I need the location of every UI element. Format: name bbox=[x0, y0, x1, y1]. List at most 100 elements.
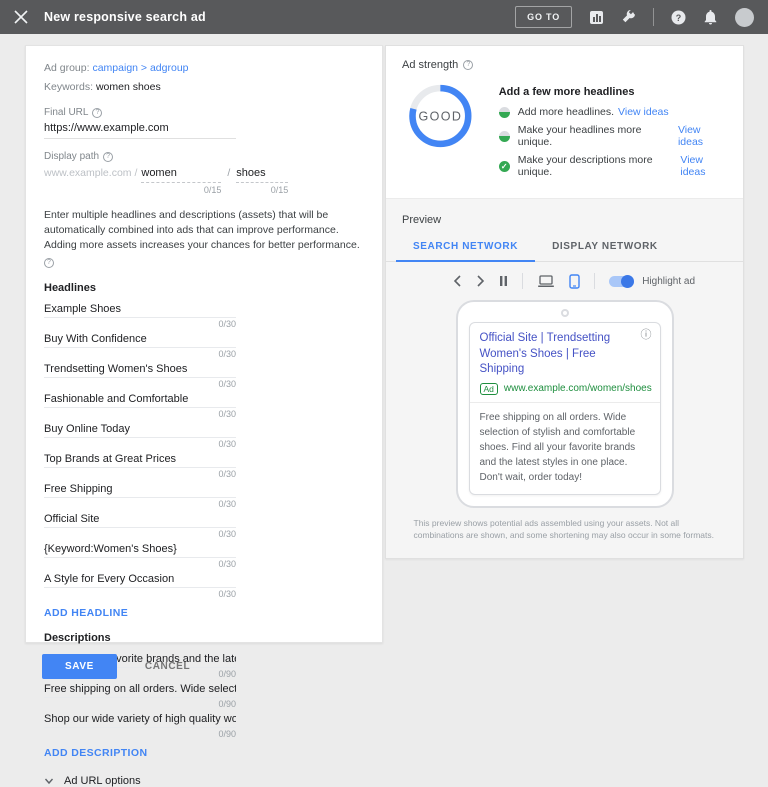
ad-group-label: Ad group: bbox=[44, 62, 90, 74]
display-path-row: www.example.com / women 0/15 / shoes 0/1… bbox=[44, 166, 364, 196]
asset-input[interactable]: Free Shipping bbox=[44, 479, 236, 498]
view-ideas-link[interactable]: View ideas bbox=[618, 106, 669, 118]
pause-icon[interactable] bbox=[499, 275, 508, 287]
asset-input[interactable]: Free shipping on all orders. Wide select… bbox=[44, 679, 236, 698]
char-counter: 0/90 bbox=[44, 698, 236, 709]
asset-input[interactable]: Top Brands at Great Prices bbox=[44, 449, 236, 468]
final-url-help-icon[interactable]: ? bbox=[92, 108, 102, 118]
cancel-button[interactable]: CANCEL bbox=[145, 661, 190, 672]
toggle-knob bbox=[621, 275, 634, 288]
view-ideas-link[interactable]: View ideas bbox=[680, 154, 727, 178]
topbar: New responsive search ad GO TO ? bbox=[0, 0, 768, 34]
asset-input[interactable]: {Keyword:Women's Shoes} bbox=[44, 539, 236, 558]
close-icon[interactable] bbox=[14, 10, 28, 24]
mobile-preview-icon[interactable] bbox=[569, 274, 580, 289]
suggestions-heading: Add a few more headlines bbox=[499, 86, 727, 98]
preview-tabs: SEARCH NETWORK DISPLAY NETWORK bbox=[386, 237, 743, 262]
reports-icon[interactable] bbox=[589, 10, 604, 25]
asset-field-row: Top Brands at Great Prices 0/30 bbox=[44, 449, 236, 479]
ad-url-options-toggle[interactable]: Ad URL options bbox=[44, 775, 364, 787]
ad-card-divider bbox=[470, 402, 660, 403]
display-path-label: Display path bbox=[44, 150, 99, 163]
suggestion-text: Make your descriptions more unique. bbox=[518, 154, 677, 178]
keywords-value: women shoes bbox=[96, 81, 161, 93]
asset-input[interactable]: Example Shoes bbox=[44, 299, 236, 318]
asset-input[interactable]: Official Site bbox=[44, 509, 236, 528]
ad-strength-label-row: Ad strength ? bbox=[402, 59, 727, 71]
char-counter: 0/30 bbox=[44, 378, 236, 389]
asset-field-row: Shop our wide variety of high quality wo… bbox=[44, 709, 236, 739]
final-url-input[interactable]: https://www.example.com bbox=[44, 121, 236, 139]
ad-strength-gauge: GOOD bbox=[406, 79, 475, 153]
display-path-input-1[interactable]: women bbox=[141, 166, 221, 183]
char-counter: 0/30 bbox=[44, 438, 236, 449]
tab-display-network[interactable]: DISPLAY NETWORK bbox=[535, 237, 675, 261]
ad-preview-description: Free shipping on all orders. Wide select… bbox=[480, 410, 650, 485]
asset-field-row: Buy Online Today 0/30 bbox=[44, 419, 236, 449]
char-counter: 0/30 bbox=[44, 528, 236, 539]
asset-input[interactable]: Trendsetting Women's Shoes bbox=[44, 359, 236, 378]
asset-input[interactable]: Shop our wide variety of high quality wo… bbox=[44, 709, 236, 728]
go-to-button[interactable]: GO TO bbox=[515, 6, 572, 28]
display-path-separator: / bbox=[227, 166, 230, 181]
svg-text:?: ? bbox=[676, 13, 682, 23]
chevron-down-icon bbox=[44, 776, 54, 786]
final-url-label-row: Final URL ? bbox=[44, 106, 364, 119]
notifications-icon[interactable] bbox=[703, 10, 718, 25]
tools-icon[interactable] bbox=[621, 10, 636, 25]
final-url-label: Final URL bbox=[44, 106, 88, 119]
highlight-ad-toggle[interactable] bbox=[609, 276, 634, 287]
check-circle-icon: ✓ bbox=[499, 161, 510, 172]
phone-camera-icon bbox=[561, 309, 569, 317]
display-path-input-2[interactable]: shoes bbox=[236, 166, 288, 183]
suggestion-row: ✓ Make your descriptions more unique. Vi… bbox=[499, 154, 727, 178]
ad-badge: Ad bbox=[480, 383, 498, 395]
half-filled-circle-icon bbox=[499, 131, 510, 142]
keywords-label: Keywords: bbox=[44, 81, 93, 93]
preview-controls: Highlight ad bbox=[386, 262, 743, 291]
asset-field-row: Example Shoes 0/30 bbox=[44, 299, 236, 329]
ad-preview-title[interactable]: Official Site | Trendsetting Women's Sho… bbox=[480, 331, 650, 378]
asset-field-row: Free shipping on all orders. Wide select… bbox=[44, 679, 236, 709]
ad-group-link[interactable]: campaign > adgroup bbox=[92, 62, 188, 74]
char-counter: 0/30 bbox=[44, 348, 236, 359]
preview-disclaimer: This preview shows potential ads assembl… bbox=[414, 517, 716, 559]
ad-form-card: Ad group: campaign > adgroup Keywords: w… bbox=[25, 45, 383, 643]
add-description-button[interactable]: ADD DESCRIPTION bbox=[44, 747, 147, 759]
asset-input[interactable]: A Style for Every Occasion bbox=[44, 569, 236, 588]
previous-preview-icon[interactable] bbox=[453, 275, 462, 287]
display-path-counter-1: 0/15 bbox=[141, 184, 221, 196]
add-headline-button[interactable]: ADD HEADLINE bbox=[44, 607, 128, 619]
desktop-preview-icon[interactable] bbox=[537, 275, 555, 288]
keywords-row: Keywords: women shoes bbox=[44, 80, 364, 95]
display-path-help-icon[interactable]: ? bbox=[103, 152, 113, 162]
char-counter: 0/30 bbox=[44, 588, 236, 599]
ad-strength-help-icon[interactable]: ? bbox=[463, 60, 473, 70]
tab-search-network[interactable]: SEARCH NETWORK bbox=[396, 237, 535, 262]
save-button[interactable]: SAVE bbox=[42, 654, 117, 679]
help-icon[interactable]: ? bbox=[671, 10, 686, 25]
controls-divider bbox=[522, 273, 523, 289]
asset-input[interactable]: Buy Online Today bbox=[44, 419, 236, 438]
avatar[interactable] bbox=[735, 8, 754, 27]
char-counter: 0/30 bbox=[44, 408, 236, 419]
asset-input[interactable]: Fashionable and Comfortable bbox=[44, 389, 236, 408]
char-counter: 0/30 bbox=[44, 468, 236, 479]
suggestion-row: Add more headlines. View ideas bbox=[499, 106, 727, 118]
ad-strength-label: Ad strength bbox=[402, 59, 458, 71]
info-icon[interactable]: ⓘ bbox=[641, 330, 652, 341]
ad-group-row: Ad group: campaign > adgroup bbox=[44, 61, 364, 76]
page-title: New responsive search ad bbox=[44, 10, 206, 24]
headline-fields: Example Shoes 0/30 Buy With Confidence 0… bbox=[44, 299, 364, 599]
asset-input[interactable]: Buy With Confidence bbox=[44, 329, 236, 348]
headlines-heading: Headlines bbox=[44, 282, 364, 294]
preview-heading: Preview bbox=[386, 199, 743, 237]
display-path-label-row: Display path ? bbox=[44, 150, 364, 163]
strength-preview-card: Ad strength ? GOOD Add a few more headli… bbox=[385, 45, 744, 559]
view-ideas-link[interactable]: View ideas bbox=[678, 124, 727, 148]
ad-url-row: Ad www.example.com/women/shoes bbox=[480, 383, 650, 395]
asset-field-row: Free Shipping 0/30 bbox=[44, 479, 236, 509]
next-preview-icon[interactable] bbox=[476, 275, 485, 287]
assets-intro-help-icon[interactable]: ? bbox=[44, 258, 54, 268]
asset-field-row: {Keyword:Women's Shoes} 0/30 bbox=[44, 539, 236, 569]
